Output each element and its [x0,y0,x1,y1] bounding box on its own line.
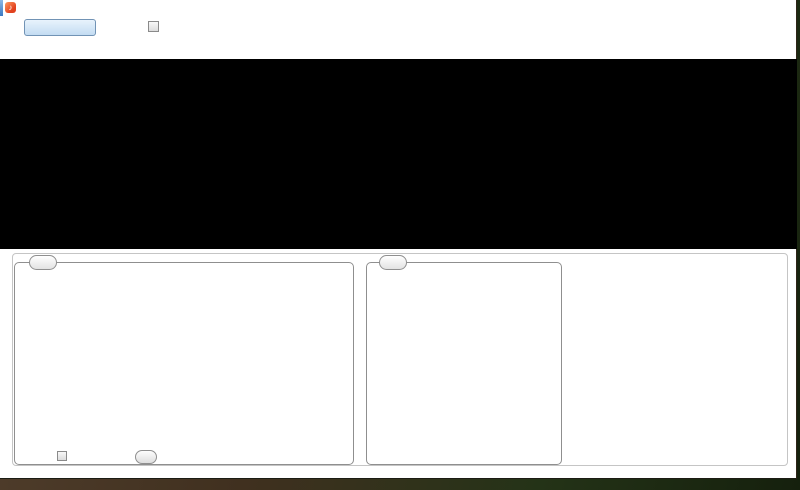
close-button[interactable] [778,1,798,14]
connect-button[interactable] [24,19,96,36]
minimize-button[interactable] [704,1,724,14]
eq-reset-button[interactable] [135,450,157,464]
eq-bypass-control [57,451,69,461]
eq-chart [0,59,797,249]
status-bar [0,467,796,479]
eq-frequency-display [0,59,797,249]
music-equalizer-panel [14,255,354,465]
music-input-panel-title [379,255,407,270]
eq-bypass-checkbox[interactable] [57,451,67,461]
music-output-controls [564,262,787,467]
mute-control [148,21,162,32]
music-input-panel [366,255,562,465]
maximize-button[interactable] [742,1,762,14]
title-bar: ♪ [0,0,796,16]
mute-checkbox[interactable] [148,21,159,32]
content-area [12,253,788,466]
input-source-checkboxes [367,395,561,409]
app-icon: ♪ [5,2,16,13]
app-window: ♪ [0,0,797,479]
window-edge-accent [0,0,3,16]
music-equalizer-panel-title [29,255,57,270]
